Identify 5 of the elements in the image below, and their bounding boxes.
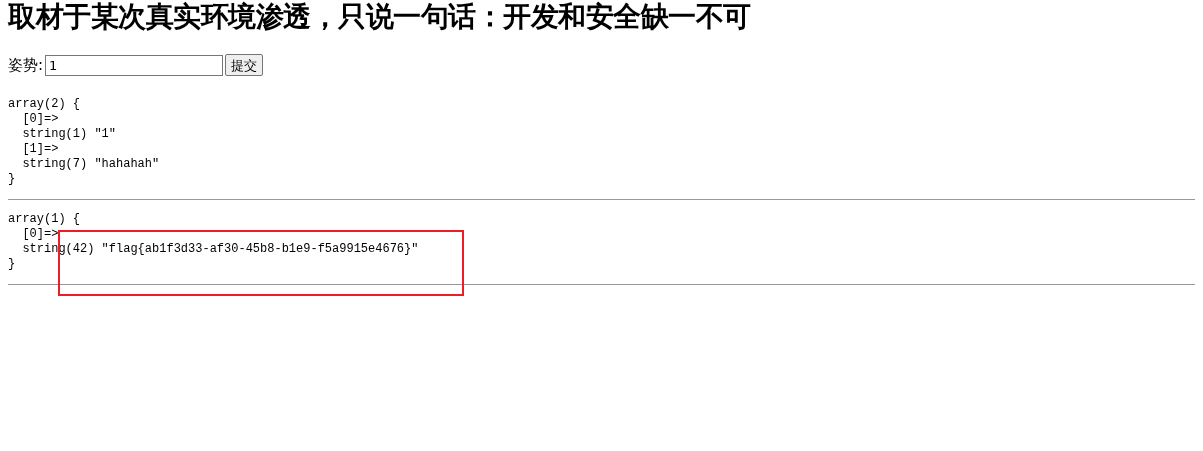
input-field[interactable]: 1 [45,54,224,76]
page-heading: 取材于某次真实环境渗透，只说一句话：开发和安全缺一不可 [8,0,752,34]
field-label: 姿势: [8,55,44,76]
var-dump-output: array(2) { [0]=> string(1) "1" [1]=> string(7) "hahahah" } [8,95,161,188]
submit-button[interactable]: 提交 [225,54,264,77]
